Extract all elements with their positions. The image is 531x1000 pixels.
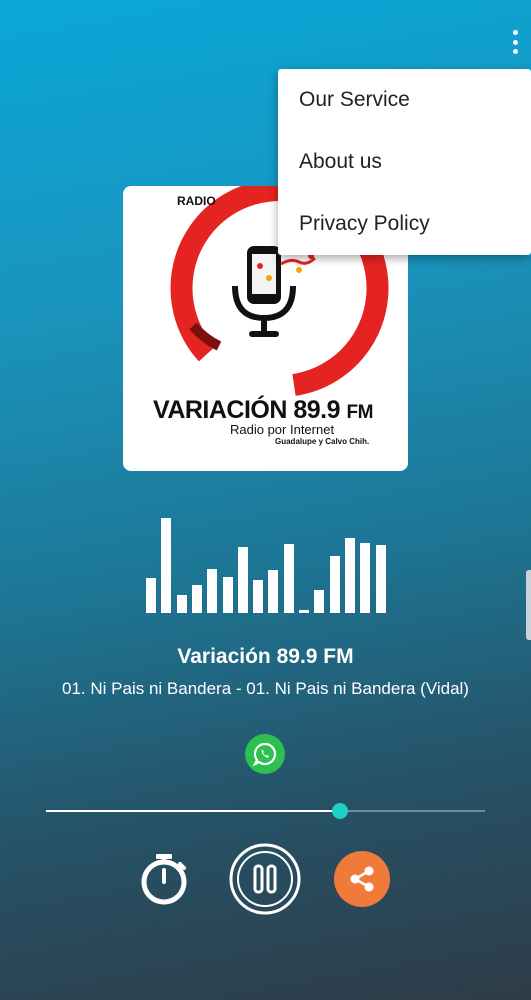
visualizer-bar: [375, 545, 386, 613]
visualizer-bar: [207, 569, 218, 613]
whatsapp-icon[interactable]: [245, 734, 285, 774]
share-icon[interactable]: [334, 851, 390, 907]
visualizer-bar: [191, 585, 202, 613]
logo-subtitle: Radio por Internet: [230, 422, 335, 437]
audio-visualizer: [146, 505, 386, 613]
edge-panel-handle[interactable]: [526, 570, 531, 640]
station-name: Variación 89.9 FM: [177, 645, 354, 668]
track-title: 01. Ni Pais ni Bandera - 01. Ni Pais ni …: [62, 679, 469, 698]
visualizer-bar: [222, 577, 233, 613]
pause-icon: [229, 843, 301, 915]
slider-fill: [46, 810, 341, 812]
logo-station-name: VARIACIÓN 89.9 FM: [153, 396, 373, 425]
visualizer-bar: [253, 580, 264, 613]
more-vert-icon[interactable]: [505, 28, 525, 56]
logo-name-main: VARIACIÓN 89.9: [153, 396, 341, 424]
visualizer-bar: [344, 538, 355, 613]
slider-thumb[interactable]: [332, 803, 349, 819]
menu-item-privacy-policy[interactable]: Privacy Policy: [278, 193, 531, 255]
visualizer-bar: [237, 547, 248, 613]
pause-button[interactable]: [228, 842, 302, 916]
visualizer-bar: [161, 518, 172, 613]
menu-item-about-us[interactable]: About us: [278, 131, 531, 193]
visualizer-bar: [299, 610, 309, 613]
logo-name-fm: FM: [346, 402, 373, 423]
seek-slider[interactable]: [46, 801, 485, 821]
visualizer-bar: [268, 570, 279, 613]
visualizer-bar: [146, 578, 156, 613]
visualizer-bar: [283, 544, 294, 613]
menu-item-our-service[interactable]: Our Service: [278, 69, 531, 131]
visualizer-bar: [329, 556, 340, 613]
overflow-menu: Our Service About us Privacy Policy: [278, 69, 531, 255]
logo-radio-text: RADIO: [177, 194, 216, 208]
visualizer-bar: [176, 595, 187, 613]
visualizer-bar: [360, 543, 371, 613]
timer-icon[interactable]: [136, 850, 192, 906]
visualizer-bar: [314, 590, 325, 613]
logo-location: Guadalupe y Calvo Chih.: [275, 437, 370, 446]
